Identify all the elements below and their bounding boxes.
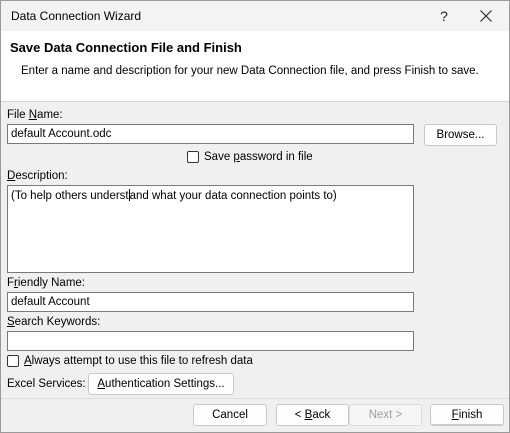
title-bar: Data Connection Wizard ? — [1, 1, 509, 31]
always-refresh-checkbox[interactable] — [7, 355, 19, 367]
page-description: Enter a name and description for your ne… — [21, 65, 479, 77]
excel-services-label: Excel Services: — [7, 378, 86, 390]
page-title: Save Data Connection File and Finish — [10, 40, 242, 55]
finish-button[interactable]: Finish — [430, 404, 504, 426]
file-name-label: File Name: — [7, 109, 63, 121]
close-button[interactable] — [463, 1, 509, 31]
browse-button[interactable]: Browse... — [424, 124, 497, 146]
search-keywords-label: Search Keywords: — [7, 316, 101, 328]
save-password-label: Save password in file — [204, 151, 313, 163]
file-name-input[interactable]: default Account.odc — [7, 124, 414, 144]
help-button[interactable]: ? — [425, 1, 463, 31]
back-button[interactable]: < Back — [276, 404, 349, 426]
next-button[interactable]: Next > — [349, 404, 422, 426]
save-password-checkbox[interactable] — [187, 151, 199, 163]
friendly-name-label: Friendly Name: — [7, 277, 85, 289]
search-keywords-input[interactable] — [7, 331, 414, 351]
always-refresh-label: Always attempt to use this file to refre… — [24, 355, 253, 367]
footer-divider — [1, 398, 509, 399]
dialog-window: Data Connection Wizard ? Save Data Conne… — [0, 0, 510, 433]
friendly-name-input[interactable]: default Account — [7, 292, 414, 312]
window-title: Data Connection Wizard — [11, 9, 142, 23]
description-textarea[interactable]: (To help others understand what your dat… — [7, 185, 414, 273]
authentication-settings-button[interactable]: Authentication Settings... — [88, 373, 234, 395]
description-label: Description: — [7, 170, 68, 182]
wizard-header: Save Data Connection File and Finish Ent… — [1, 31, 509, 102]
cancel-button[interactable]: Cancel — [193, 404, 267, 426]
close-icon — [480, 10, 492, 22]
